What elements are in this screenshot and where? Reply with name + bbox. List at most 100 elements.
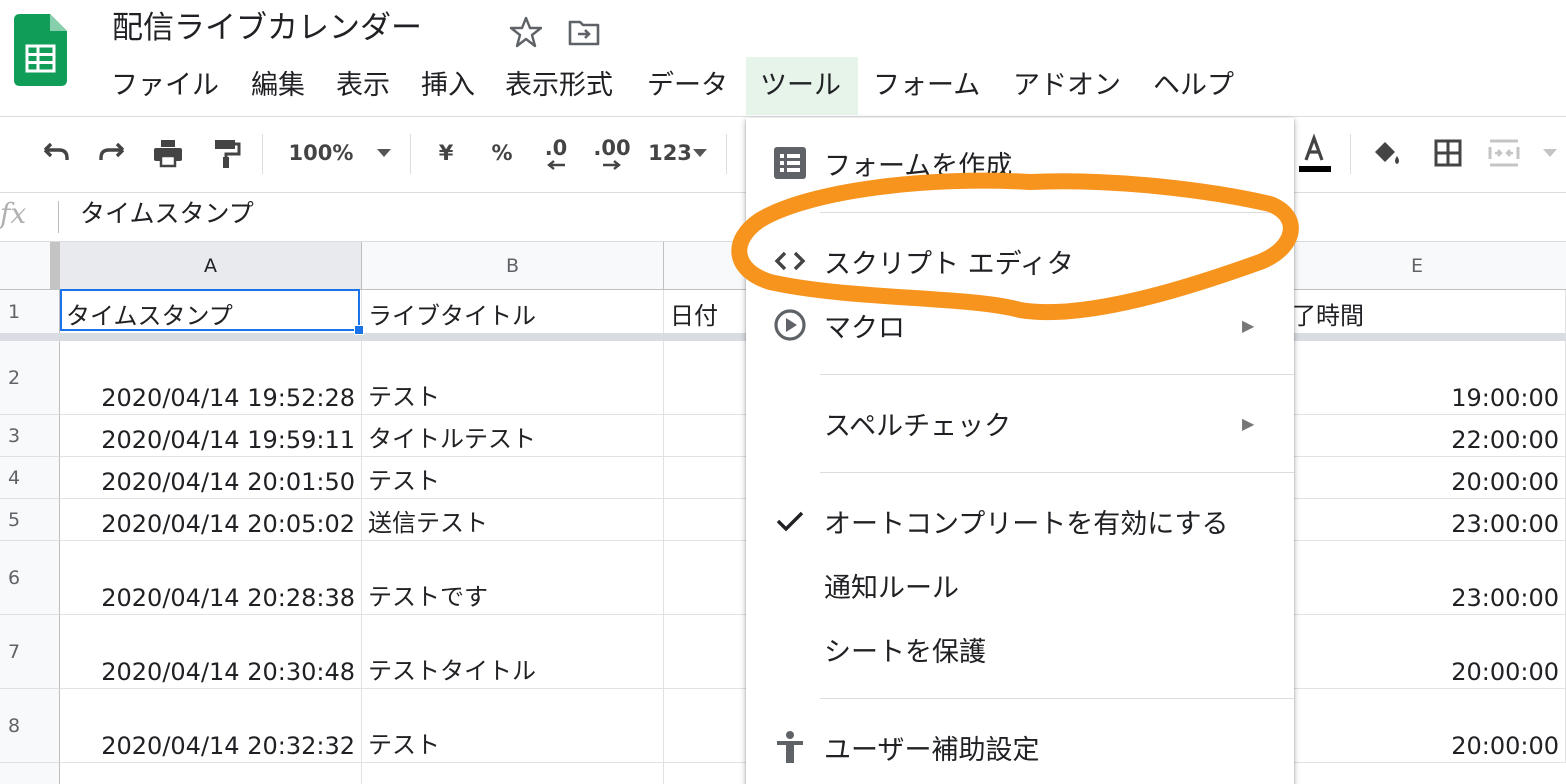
paint-format-button[interactable] (204, 130, 248, 176)
text-color-button[interactable] (1294, 130, 1334, 176)
print-button[interactable] (146, 130, 190, 176)
cell-title[interactable]: テスト (362, 689, 664, 763)
row-header[interactable] (0, 763, 60, 784)
toolbar-divider (262, 134, 263, 174)
cell-timestamp[interactable]: 2020/04/14 20:30:48 (60, 615, 362, 689)
cell-end-time[interactable]: 23:00:00 (1268, 541, 1566, 615)
toolbar-divider (726, 134, 727, 174)
move-to-folder-icon[interactable] (564, 12, 604, 52)
menu-item-protect-sheet[interactable]: シートを保護 (746, 620, 1294, 678)
cell-title[interactable]: テストです (362, 541, 664, 615)
column-header-a[interactable]: A (60, 242, 362, 290)
row-header[interactable]: 1 (0, 290, 60, 334)
redo-button[interactable] (90, 130, 134, 176)
menu-item-autocomplete[interactable]: オートコンプリートを有効にする (746, 492, 1294, 550)
borders-button[interactable] (1428, 130, 1468, 176)
cell-title[interactable]: テスト (362, 341, 664, 415)
formula-divider (58, 201, 59, 233)
formula-input[interactable]: タイムスタンプ (80, 194, 254, 234)
submenu-arrow-icon: ▶ (1242, 413, 1255, 433)
cell-timestamp[interactable]: 2020/04/14 20:05:02 (60, 499, 362, 541)
percent-format-button[interactable]: % (486, 130, 518, 176)
menu-edit[interactable]: 編集 (240, 57, 316, 115)
menu-item-spell-check[interactable]: スペルチェック ▶ (746, 394, 1294, 452)
row-header[interactable]: 2 (0, 341, 60, 415)
menu-item-label: スペルチェック (824, 410, 1012, 442)
merge-cells-icon (1488, 139, 1520, 167)
zoom-select[interactable]: 100% (286, 130, 356, 176)
cell-title[interactable]: テスト (362, 457, 664, 499)
fill-color-button[interactable] (1366, 130, 1406, 176)
increase-decimal-button[interactable]: .00 (588, 130, 636, 176)
menu-item-accessibility[interactable]: ユーザー補助設定 (746, 718, 1294, 776)
toolbar-divider (1350, 134, 1351, 174)
menu-addons[interactable]: アドオン (1002, 57, 1132, 115)
menu-divider (820, 698, 1294, 699)
cell-end-time[interactable]: 22:00:00 (1268, 415, 1566, 457)
selected-cell-outline (60, 289, 360, 331)
fill-handle[interactable] (354, 325, 364, 335)
star-icon[interactable] (506, 12, 546, 52)
cell-b1[interactable]: ライブタイトル (362, 290, 664, 334)
row-header[interactable]: 7 (0, 615, 60, 689)
merge-dropdown-icon[interactable] (1538, 130, 1562, 176)
fill-color-icon (1375, 142, 1399, 164)
paint-format-icon (215, 140, 241, 168)
cell-end-time[interactable]: 20:00:00 (1268, 457, 1566, 499)
menu-form[interactable]: フォーム (862, 57, 991, 115)
arrow-left-icon (547, 160, 565, 170)
toolbar-top-border (0, 116, 1566, 117)
menu-item-label: 通知ルール (824, 572, 959, 604)
merge-cells-button[interactable] (1484, 130, 1524, 176)
menu-format[interactable]: 表示形式 (494, 57, 624, 115)
sheets-logo-icon[interactable] (14, 14, 67, 86)
more-formats-dropdown-icon[interactable] (690, 130, 710, 176)
row-header[interactable]: 3 (0, 415, 60, 457)
menu-item-script-editor[interactable]: スクリプト エディタ (746, 232, 1294, 290)
frozen-column-handle[interactable] (50, 242, 60, 290)
menu-item-label: スクリプト エディタ (824, 248, 1074, 280)
menu-item-create-form[interactable]: フォームを作成 (746, 134, 1294, 192)
document-title[interactable]: 配信ライブカレンダー (112, 6, 422, 50)
decrease-decimal-button[interactable]: .0 (536, 130, 576, 176)
menu-item-macros[interactable]: マクロ ▶ (746, 296, 1294, 354)
cell-e1[interactable]: 終了時間 (1268, 290, 1566, 334)
cell-end-time[interactable]: 19:00:00 (1268, 341, 1566, 415)
play-circle-icon (772, 307, 808, 343)
fx-icon: fx (0, 197, 27, 230)
cell-timestamp[interactable]: 2020/04/14 20:32:32 (60, 689, 362, 763)
row-header[interactable]: 6 (0, 541, 60, 615)
cell-end-time[interactable]: 20:00:00 (1268, 689, 1566, 763)
more-formats-button[interactable]: 123 (646, 130, 694, 176)
row-header[interactable]: 8 (0, 689, 60, 763)
cell-empty[interactable] (362, 763, 664, 784)
column-header-e[interactable]: E (1268, 242, 1566, 290)
menu-help[interactable]: ヘルプ (1142, 57, 1245, 115)
column-header-b[interactable]: B (362, 242, 664, 290)
menu-file[interactable]: ファイル (100, 57, 230, 115)
cell-timestamp[interactable]: 2020/04/14 19:59:11 (60, 415, 362, 457)
menu-item-notification-rules[interactable]: 通知ルール (746, 556, 1294, 614)
undo-button[interactable] (34, 130, 78, 176)
menu-divider (820, 472, 1294, 473)
zoom-dropdown-icon[interactable] (370, 130, 398, 176)
cell-end-time[interactable]: 20:00:00 (1268, 615, 1566, 689)
menu-insert[interactable]: 挿入 (410, 57, 486, 115)
menu-tools[interactable]: ツール (746, 57, 858, 115)
row-header[interactable]: 4 (0, 457, 60, 499)
menu-view[interactable]: 表示 (325, 57, 401, 115)
cell-title[interactable]: タイトルテスト (362, 415, 664, 457)
toolbar-divider (410, 134, 411, 174)
cell-end-time[interactable]: 23:00:00 (1268, 499, 1566, 541)
cell-title[interactable]: 送信テスト (362, 499, 664, 541)
row-header[interactable]: 5 (0, 499, 60, 541)
cell-timestamp[interactable]: 2020/04/14 20:28:38 (60, 541, 362, 615)
cell-timestamp[interactable]: 2020/04/14 19:52:28 (60, 341, 362, 415)
cell-empty[interactable] (60, 763, 362, 784)
cell-timestamp[interactable]: 2020/04/14 20:01:50 (60, 457, 362, 499)
increase-decimal-label: .00 (593, 136, 631, 160)
menu-data[interactable]: データ (636, 57, 739, 115)
undo-icon (43, 142, 69, 160)
currency-format-button[interactable]: ¥ (430, 130, 462, 176)
cell-title[interactable]: テストタイトル (362, 615, 664, 689)
